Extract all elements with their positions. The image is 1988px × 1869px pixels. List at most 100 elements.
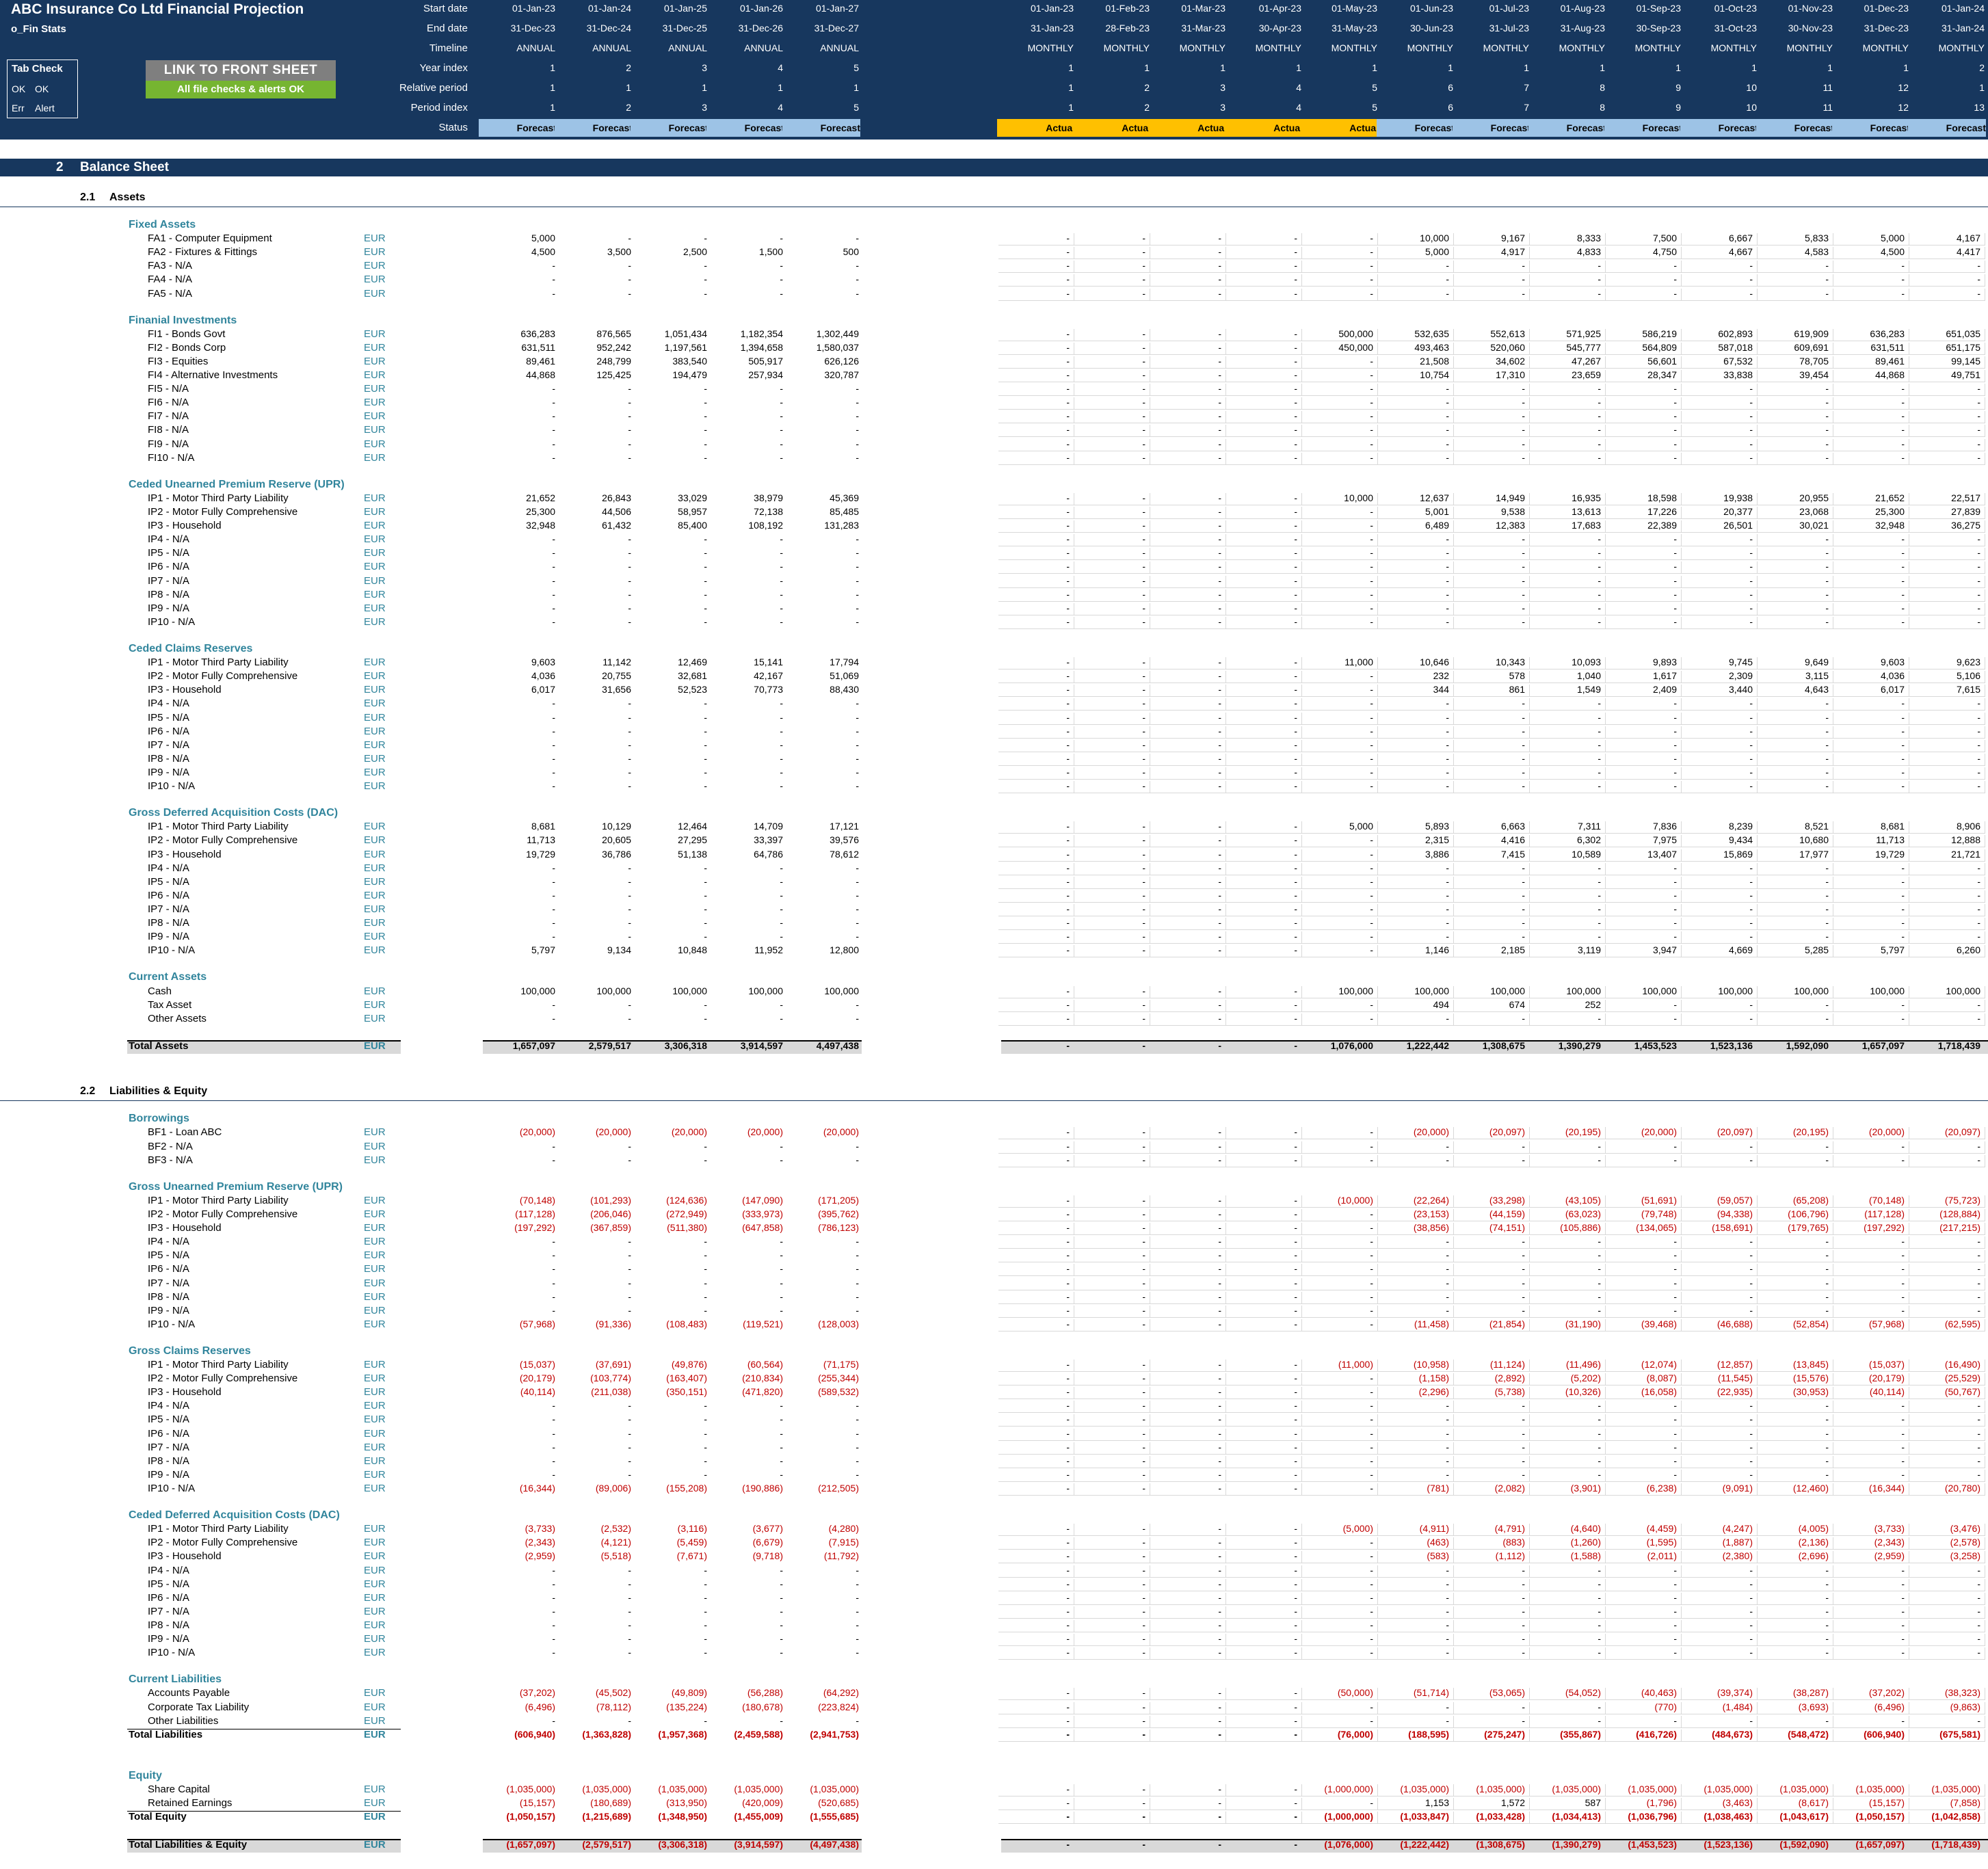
row-label: Cash <box>148 985 172 997</box>
row-label: IP8 - N/A <box>148 1455 189 1467</box>
annual-value: - <box>628 533 631 545</box>
annual-value: - <box>552 1249 555 1261</box>
monthly-value: 5,106 <box>1956 670 1980 682</box>
monthly-value: - <box>1977 1277 1980 1288</box>
monthly-value: - <box>1218 1304 1221 1316</box>
annual-value: (1,363,828) <box>582 1728 631 1740</box>
monthly-value: 5,797 <box>1880 944 1905 956</box>
monthly-value: 17,683 <box>1572 520 1601 531</box>
monthly-value: 571,925 <box>1566 328 1601 339</box>
monthly-value: - <box>1977 1249 1980 1261</box>
monthly-value: - <box>1218 739 1221 750</box>
monthly-value: - <box>1901 1140 1905 1152</box>
monthly-value: - <box>1977 1455 1980 1466</box>
link-to-front-sheet-button[interactable]: LINK TO FRONT SHEET <box>146 60 336 81</box>
monthly-value: (75,723) <box>1944 1194 1980 1206</box>
annual-value: 257,934 <box>748 369 783 381</box>
annual-value: - <box>856 903 859 914</box>
monthly-value: - <box>1673 1714 1677 1726</box>
monthly-value: - <box>1066 1373 1070 1384</box>
monthly-value: - <box>1522 574 1525 586</box>
monthly-value: - <box>1749 438 1753 449</box>
sheet-name: o_Fin Stats <box>11 23 66 35</box>
annual-value: (11,792) <box>823 1550 859 1562</box>
monthly-value: - <box>1142 903 1145 914</box>
annual-value: - <box>856 1236 859 1247</box>
monthly-value: (4,247) <box>1722 1523 1753 1535</box>
monthly-value: - <box>1522 1304 1525 1316</box>
monthly-value: - <box>1522 1591 1525 1603</box>
monthly-value: - <box>1142 1564 1145 1576</box>
monthly-value: - <box>1294 1290 1297 1302</box>
row-label: IP7 - N/A <box>148 739 189 751</box>
annual-value: (155,208) <box>666 1482 707 1494</box>
monthly-value: - <box>1294 725 1297 737</box>
row-unit: EUR <box>364 588 386 600</box>
annual-value: - <box>628 711 631 723</box>
monthly-value: - <box>1370 1701 1373 1712</box>
monthly-value: - <box>1977 1140 1980 1152</box>
monthly-value: 26,501 <box>1723 520 1753 531</box>
monthly-value: - <box>1749 1400 1753 1411</box>
monthly-value: - <box>1673 1455 1677 1466</box>
monthly-value: - <box>1294 260 1297 271</box>
annual-value: - <box>628 1140 631 1152</box>
annual-value: - <box>704 588 707 600</box>
monthly-value: - <box>1142 1249 1145 1261</box>
row-label: IP2 - Motor Fully Comprehensive <box>148 834 298 847</box>
monthly-value: - <box>1066 670 1070 682</box>
monthly-value: 4,833 <box>1576 246 1601 258</box>
monthly-value: - <box>1370 1578 1373 1589</box>
annual-value: - <box>780 424 783 436</box>
monthly-value: - <box>1446 1701 1449 1712</box>
monthly-value: - <box>1294 1523 1297 1535</box>
annual-value: - <box>704 1236 707 1247</box>
monthly-value: (39,374) <box>1717 1687 1753 1699</box>
monthly-value: - <box>1977 1441 1980 1453</box>
header-cell: 5 <box>853 102 859 113</box>
annual-value: - <box>704 1714 707 1726</box>
row-label: IP3 - Household <box>148 1386 222 1399</box>
row-label: IP10 - N/A <box>148 1482 196 1494</box>
monthly-value: - <box>1673 752 1677 764</box>
monthly-value: - <box>1142 574 1145 586</box>
row-label: IP7 - N/A <box>148 1441 189 1453</box>
annual-value: - <box>628 1468 631 1480</box>
monthly-value: - <box>1901 1591 1905 1603</box>
group-title: Finanial Investments <box>129 314 237 326</box>
monthly-value: - <box>1749 1263 1753 1275</box>
annual-value: 100,000 <box>596 985 631 996</box>
annual-value: - <box>628 561 631 572</box>
monthly-value: - <box>1673 1427 1677 1439</box>
monthly-value: - <box>1673 424 1677 436</box>
monthly-value: (2,380) <box>1722 1550 1753 1562</box>
monthly-value: - <box>1370 533 1373 545</box>
monthly-value: - <box>1294 328 1297 339</box>
monthly-value: - <box>1901 1263 1905 1275</box>
monthly-value: (11,124) <box>1489 1359 1525 1370</box>
annual-value: (1,657,097) <box>506 1838 555 1850</box>
monthly-value: - <box>1825 451 1829 463</box>
monthly-value: (3,463) <box>1722 1797 1753 1809</box>
monthly-value: - <box>1218 1359 1221 1370</box>
monthly-value: - <box>1218 383 1221 395</box>
monthly-value: 100,000 <box>1566 985 1601 996</box>
annual-value: - <box>628 889 631 901</box>
monthly-value: (1,035,000) <box>1855 1784 1905 1795</box>
annual-value: (420,009) <box>742 1797 783 1809</box>
monthly-value: - <box>1598 1277 1601 1288</box>
monthly-value: - <box>1066 274 1070 285</box>
monthly-value: - <box>1825 1605 1829 1617</box>
monthly-value: - <box>1749 424 1753 436</box>
row-unit: EUR <box>364 574 386 587</box>
monthly-value: - <box>1825 1012 1829 1024</box>
monthly-value: - <box>1066 260 1070 271</box>
monthly-value: (188,595) <box>1408 1728 1449 1740</box>
annual-value: (20,000) <box>823 1126 859 1138</box>
monthly-value: - <box>1825 1468 1829 1480</box>
monthly-value: 8,906 <box>1956 821 1980 832</box>
header-row-label: Status <box>438 122 468 133</box>
monthly-value: - <box>1294 492 1297 503</box>
monthly-value: - <box>1142 1619 1145 1630</box>
row-unit: EUR <box>364 410 386 423</box>
